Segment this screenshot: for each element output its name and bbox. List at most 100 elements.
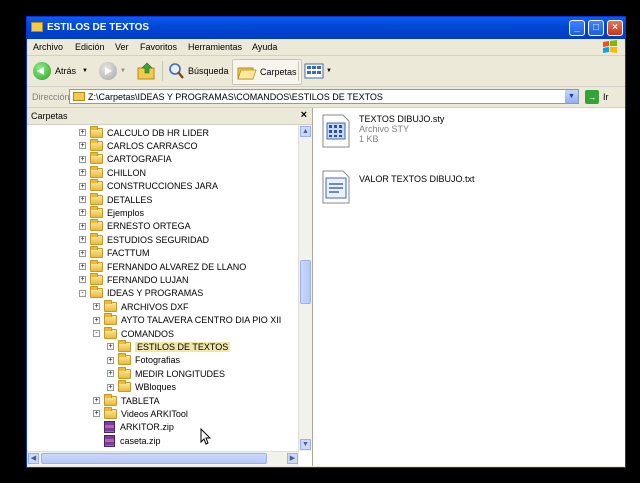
tree-item[interactable]: - IDEAS Y PROGRAMAS — [79, 286, 203, 300]
search-button[interactable]: Búsqueda — [167, 59, 229, 83]
scroll-down-icon[interactable]: ▼ — [300, 439, 311, 450]
tree-item[interactable]: - COMANDOS — [93, 326, 175, 340]
expand-icon[interactable]: + — [79, 263, 86, 270]
close-pane-icon[interactable]: × — [301, 109, 307, 121]
tree-item[interactable]: + CHILLON — [79, 165, 146, 179]
tree-item[interactable]: + Ejemplos — [79, 205, 144, 219]
expand-icon[interactable]: + — [79, 129, 86, 136]
folders-icon — [237, 67, 257, 80]
folder-icon — [73, 92, 85, 101]
folder-icon — [104, 299, 117, 312]
tree-item-label: caseta.zip — [120, 435, 161, 446]
forward-button[interactable]: ▼ — [99, 59, 126, 83]
title-bar[interactable]: ESTILOS DE TEXTOS _ □ × — [27, 17, 625, 39]
views-button[interactable]: ▼ — [304, 59, 332, 83]
folder-icon — [118, 366, 131, 379]
vertical-scrollbar[interactable]: ▲ ▼ — [298, 125, 312, 451]
tree-item[interactable]: + ESTUDIOS SEGURIDAD — [79, 232, 209, 246]
menu-favoritos[interactable]: Favoritos — [140, 42, 177, 52]
tree-item[interactable]: + DETALLES — [79, 192, 152, 206]
folder-icon — [118, 380, 131, 393]
tree-item[interactable]: + CARTOGRAFIA — [79, 152, 172, 166]
up-folder-button[interactable] — [137, 59, 157, 83]
tree-item[interactable]: + ESTILOS DE TEXTOS — [107, 339, 231, 353]
expand-icon[interactable]: + — [107, 383, 114, 391]
folder-icon — [104, 393, 117, 406]
scroll-right-icon[interactable]: ▶ — [287, 453, 298, 464]
expand-icon[interactable]: + — [79, 182, 86, 190]
back-dropdown-icon[interactable]: ▼ — [82, 68, 88, 74]
folder-icon — [90, 165, 103, 178]
forward-dropdown-icon[interactable]: ▼ — [120, 68, 126, 74]
folders-pane: Carpetas × + CALCULO DB HR LIDER + CARLOS C… — [27, 108, 313, 466]
scroll-thumb[interactable] — [41, 453, 267, 464]
tree-item[interactable]: + CARLOS CARRASCO — [79, 138, 198, 152]
back-button[interactable]: Atrás ▼ — [33, 59, 88, 83]
menu-ayuda[interactable]: Ayuda — [252, 42, 277, 52]
expand-icon[interactable]: + — [107, 370, 114, 378]
tree-item[interactable]: + FACTTUM — [79, 246, 150, 260]
expand-icon[interactable]: + — [107, 343, 114, 351]
menu-edicion[interactable]: Edición — [75, 42, 105, 52]
toolbar-separator — [298, 61, 299, 81]
tree-item[interactable]: + AYTO TALAVERA CENTRO DIA PIO XII — [93, 313, 281, 327]
tree-item[interactable]: + WBloques — [107, 380, 176, 394]
expand-icon[interactable]: + — [79, 209, 86, 217]
expand-icon[interactable]: + — [93, 303, 100, 311]
folder-icon — [90, 152, 103, 165]
tree-item[interactable]: + Fotografias — [107, 353, 180, 367]
file-name: VALOR TEXTOS DIBUJO.txt — [359, 174, 475, 184]
close-button[interactable]: × — [607, 20, 623, 36]
tree-item[interactable]: + Videos ARKITool — [93, 406, 188, 420]
tree-item[interactable]: + MEDIR LONGITUDES — [107, 366, 225, 380]
expand-icon[interactable]: + — [79, 196, 86, 203]
go-arrow-icon[interactable]: → — [585, 90, 599, 104]
menu-ver[interactable]: Ver — [115, 42, 129, 52]
expand-icon[interactable]: + — [93, 410, 100, 418]
collapse-icon[interactable]: - — [79, 289, 86, 297]
collapse-icon[interactable]: - — [93, 330, 100, 337]
expand-icon[interactable]: + — [79, 155, 86, 163]
tree-item[interactable]: + FERNANDO ALVAREZ DE LLANO — [79, 259, 246, 273]
tree-item[interactable]: + CONSTRUCCIONES JARA — [79, 179, 218, 193]
expand-icon[interactable]: + — [79, 142, 86, 150]
expand-icon[interactable]: + — [93, 316, 100, 324]
file-item[interactable]: VALOR TEXTOS DIBUJO.txt — [321, 170, 475, 204]
explorer-window: ESTILOS DE TEXTOS _ □ × Archivo Edición … — [26, 16, 626, 468]
tree-item-label: Videos ARKITool — [121, 408, 188, 419]
tree-item[interactable]: caseta.zip — [93, 434, 161, 447]
tree-item-label: COMANDOS — [121, 328, 175, 339]
tree-item[interactable]: + TABLETA — [93, 393, 160, 407]
expand-icon[interactable]: + — [79, 169, 86, 177]
tree-item[interactable]: ARKITOR.zip — [93, 421, 174, 434]
folder-icon — [90, 125, 103, 138]
scroll-left-icon[interactable]: ◀ — [28, 453, 39, 464]
tree-item[interactable]: + FERNANDO LUJAN — [79, 272, 189, 286]
expand-icon[interactable]: + — [79, 222, 86, 230]
expand-icon[interactable]: + — [79, 236, 86, 244]
expand-icon[interactable]: + — [79, 249, 86, 257]
expand-icon[interactable]: + — [79, 276, 86, 284]
horizontal-scrollbar[interactable]: ◀ ▶ — [27, 451, 299, 466]
tree-item[interactable]: + ARCHIVOS DXF — [93, 299, 189, 313]
minimize-button[interactable]: _ — [569, 20, 585, 36]
expand-icon[interactable]: + — [107, 356, 114, 364]
expand-icon[interactable]: + — [93, 397, 100, 404]
address-input[interactable]: Z:\Carpetas\IDEAS Y PROGRAMAS\COMANDOS\E… — [69, 89, 579, 104]
folders-button[interactable]: Carpetas — [232, 59, 302, 85]
menu-herramientas[interactable]: Herramientas — [188, 42, 242, 52]
address-dropdown-icon[interactable]: ▼ — [565, 90, 578, 103]
zip-file-icon — [104, 434, 115, 447]
scroll-thumb[interactable] — [300, 260, 311, 304]
maximize-button[interactable]: □ — [588, 20, 604, 36]
tree-item[interactable]: + CALCULO DB HR LIDER — [79, 125, 209, 139]
tree-item[interactable]: + ERNESTO ORTEGA — [79, 219, 191, 233]
go-button[interactable]: Ir — [603, 92, 609, 102]
tree-item-label: FERNANDO LUJAN — [107, 274, 189, 285]
menu-archivo[interactable]: Archivo — [33, 42, 63, 52]
scroll-up-icon[interactable]: ▲ — [300, 126, 311, 137]
file-item[interactable]: TEXTOS DIBUJO.sty Archivo STY 1 KB — [321, 114, 444, 148]
folder-icon — [31, 22, 43, 32]
views-dropdown-icon[interactable]: ▼ — [326, 68, 332, 74]
address-label: Dirección — [32, 92, 70, 102]
